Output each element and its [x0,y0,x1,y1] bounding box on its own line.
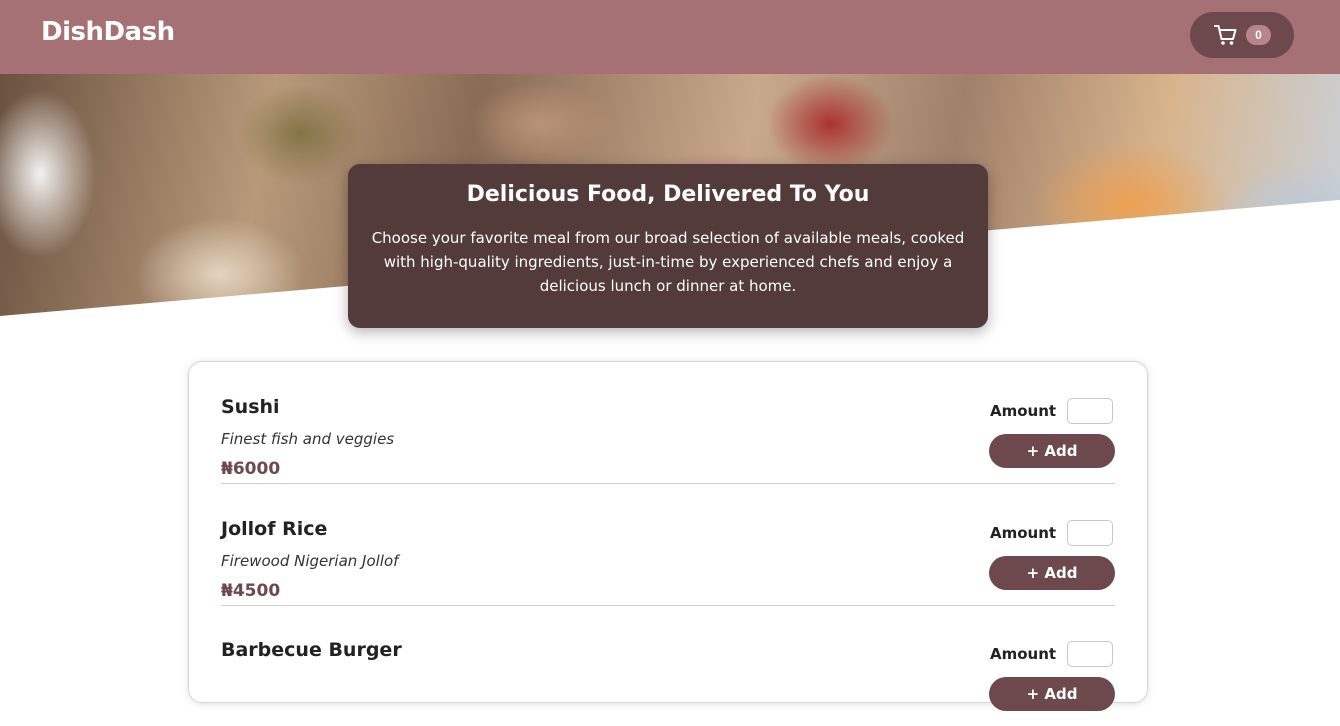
meal-item: Jollof Rice Firewood Nigerian Jollof ₦45… [221,484,1115,606]
cart-button[interactable]: 0 [1190,12,1294,58]
add-to-cart-button[interactable]: + Add [989,556,1115,590]
add-to-cart-button[interactable]: + Add [989,677,1115,711]
meals-list-card: Sushi Finest fish and veggies ₦6000 Amou… [188,361,1148,711]
cart-count-badge: 0 [1246,25,1271,45]
amount-input[interactable] [1067,520,1113,546]
app-logo: DishDash [41,17,175,47]
meal-name: Sushi [221,396,280,418]
meal-price: ₦6000 [221,459,281,479]
meal-name: Jollof Rice [221,518,328,540]
amount-label: Amount [990,645,1057,663]
amount-input[interactable] [1067,398,1113,424]
app-header: DishDash 0 [0,0,1340,74]
amount-label: Amount [990,402,1057,420]
shopping-cart-icon [1214,25,1237,45]
hero-description: Choose your favorite meal from our broad… [371,229,965,295]
meal-description: Firewood Nigerian Jollof [221,552,399,570]
meal-item: Barbecue Burger Amount + Add [221,605,1115,726]
meal-description: Finest fish and veggies [221,430,395,448]
meal-name: Barbecue Burger [221,639,402,661]
hero-title: Delicious Food, Delivered To You [466,182,870,207]
meal-item: Sushi Finest fish and veggies ₦6000 Amou… [221,362,1115,484]
amount-input[interactable] [1067,641,1113,667]
amount-label: Amount [990,524,1057,542]
meal-price: ₦4500 [221,581,281,601]
add-to-cart-button[interactable]: + Add [989,434,1115,468]
hero-summary-card: Delicious Food, Delivered To You Choose … [348,164,988,328]
